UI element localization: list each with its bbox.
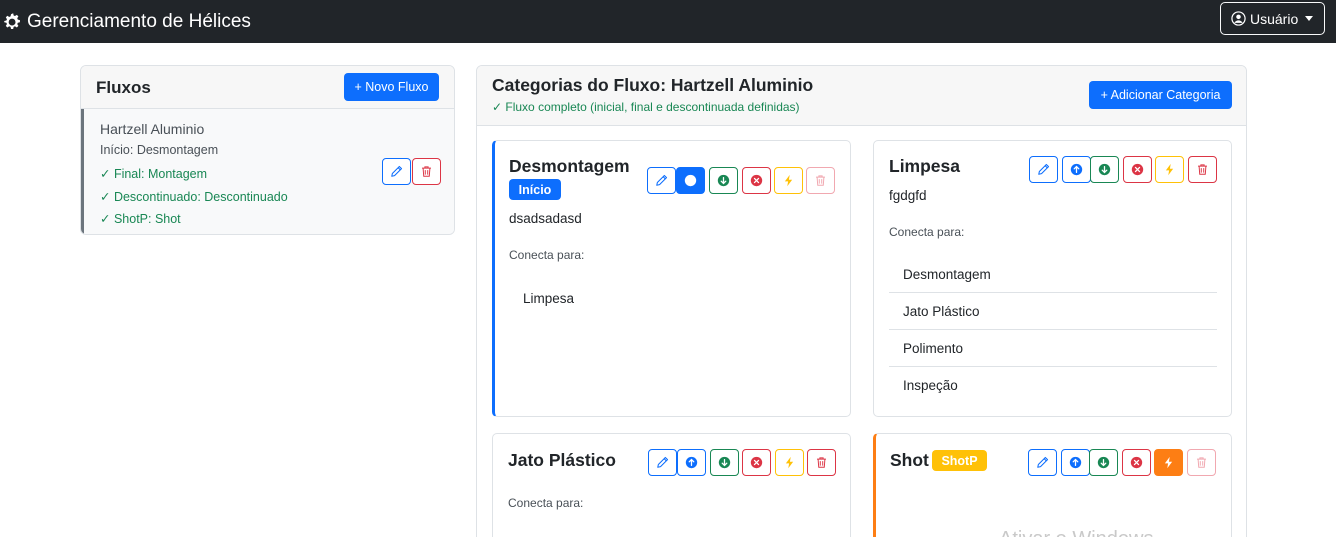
app-title: Gerenciamento de Hélices xyxy=(27,10,251,32)
category-card-shot: Shot ShotP xyxy=(873,433,1232,537)
connection-item: Jato Plástico xyxy=(903,304,980,319)
set-shotp-button[interactable] xyxy=(1155,156,1184,183)
category-description: dsadsadasd xyxy=(509,211,582,226)
connects-label: Conecta para: xyxy=(509,248,585,262)
x-circle-icon xyxy=(750,456,763,469)
arrow-down-circle-icon xyxy=(718,456,731,469)
flow-shotp: ✓ ShotP: Shot xyxy=(100,212,181,226)
trash-icon xyxy=(420,165,433,178)
pencil-icon xyxy=(390,165,403,178)
category-title: Jato Plástico xyxy=(508,450,616,470)
user-circle-icon xyxy=(1231,11,1246,26)
set-shotp-button[interactable] xyxy=(774,167,803,194)
flow-status: ✓ Fluxo completo (inicial, final e desco… xyxy=(492,100,800,114)
lightning-icon xyxy=(1163,163,1176,176)
set-final-button[interactable] xyxy=(709,167,738,194)
category-card-jato-plastico: Jato Plástico Conecta para: xyxy=(492,433,851,537)
navbar: Gerenciamento de Hélices Usuário xyxy=(0,0,1336,43)
fluxos-title: Fluxos xyxy=(96,78,151,97)
set-discontinued-button[interactable] xyxy=(742,449,771,476)
category-card-limpesa: Limpesa fgdgfd Conecta para: Desmontagem… xyxy=(873,140,1232,417)
categorias-panel: Categorias do Fluxo: Hartzell Aluminio ✓… xyxy=(476,65,1247,537)
connection-divider xyxy=(889,366,1217,367)
set-initial-button[interactable] xyxy=(676,167,705,194)
trash-icon xyxy=(1196,163,1209,176)
connection-divider xyxy=(889,329,1217,330)
edit-flow-button[interactable] xyxy=(382,158,411,185)
user-menu-button[interactable]: Usuário xyxy=(1220,2,1325,35)
lightning-icon xyxy=(1162,456,1175,469)
set-shotp-button[interactable] xyxy=(1154,449,1183,476)
flow-descontinuado: ✓ Descontinuado: Descontinuado xyxy=(100,190,288,204)
pencil-icon xyxy=(1036,456,1049,469)
arrow-up-circle-icon xyxy=(1070,163,1083,176)
connects-label: Conecta para: xyxy=(508,496,584,510)
brand[interactable]: Gerenciamento de Hélices xyxy=(2,11,251,33)
edit-category-button[interactable] xyxy=(1029,156,1058,183)
shotp-badge: ShotP xyxy=(932,450,987,471)
lightning-icon xyxy=(783,456,796,469)
delete-category-button[interactable] xyxy=(807,449,836,476)
flow-name: Hartzell Aluminio xyxy=(100,121,205,137)
add-category-button[interactable]: + Adicionar Categoria xyxy=(1089,81,1232,109)
inicio-badge: Início xyxy=(509,179,561,200)
new-flow-button[interactable]: + Novo Fluxo xyxy=(344,73,439,101)
edit-category-button[interactable] xyxy=(648,449,677,476)
delete-category-button[interactable] xyxy=(1188,156,1217,183)
flow-item[interactable]: Hartzell Aluminio Início: Desmontagem ✓ … xyxy=(81,109,454,234)
pencil-icon xyxy=(1037,163,1050,176)
categorias-title: Categorias do Fluxo: Hartzell Aluminio xyxy=(492,75,814,95)
arrow-up-circle-icon xyxy=(685,456,698,469)
set-shotp-button[interactable] xyxy=(775,449,804,476)
set-final-button[interactable] xyxy=(1089,449,1118,476)
delete-category-button[interactable] xyxy=(1187,449,1216,476)
pencil-icon xyxy=(656,456,669,469)
flow-inicio: Início: Desmontagem xyxy=(100,143,219,157)
gear-icon xyxy=(4,13,20,29)
set-discontinued-button[interactable] xyxy=(742,167,771,194)
x-circle-icon xyxy=(750,174,763,187)
set-initial-button[interactable] xyxy=(1062,156,1091,183)
caret-down-icon xyxy=(1305,16,1314,21)
connection-divider xyxy=(889,292,1217,293)
pencil-icon xyxy=(655,174,668,187)
lightning-icon xyxy=(782,174,795,187)
set-final-button[interactable] xyxy=(1090,156,1119,183)
category-title: Desmontagem xyxy=(509,156,630,176)
trash-icon xyxy=(815,456,828,469)
arrow-up-circle-icon xyxy=(1069,456,1082,469)
connects-label: Conecta para: xyxy=(889,225,965,239)
connection-item: Inspeção xyxy=(903,378,958,393)
set-final-button[interactable] xyxy=(710,449,739,476)
arrow-down-circle-icon xyxy=(1097,456,1110,469)
category-title: Shot xyxy=(890,450,929,470)
edit-category-button[interactable] xyxy=(647,167,676,194)
set-initial-button[interactable] xyxy=(677,449,706,476)
connection-item: Desmontagem xyxy=(903,267,991,282)
windows-activation-watermark: Ativar o Windows xyxy=(999,528,1154,537)
x-circle-icon xyxy=(1131,163,1144,176)
categorias-header: Categorias do Fluxo: Hartzell Aluminio ✓… xyxy=(477,66,1246,126)
category-card-desmontagem: Desmontagem Início dsadsadasd Conecta pa… xyxy=(492,140,851,417)
set-initial-button[interactable] xyxy=(1061,449,1090,476)
fluxos-header: Fluxos + Novo Fluxo xyxy=(81,66,454,109)
arrow-up-circle-icon xyxy=(684,174,697,187)
user-menu-label: Usuário xyxy=(1250,10,1299,27)
delete-category-button[interactable] xyxy=(806,167,835,194)
set-discontinued-button[interactable] xyxy=(1122,449,1151,476)
x-circle-icon xyxy=(1130,456,1143,469)
arrow-down-circle-icon xyxy=(717,174,730,187)
category-title: Limpesa xyxy=(889,156,960,176)
connection-item: Polimento xyxy=(903,341,964,356)
edit-category-button[interactable] xyxy=(1028,449,1057,476)
trash-icon xyxy=(1195,456,1208,469)
arrow-down-circle-icon xyxy=(1098,163,1111,176)
fluxos-panel: Fluxos + Novo Fluxo Hartzell Aluminio In… xyxy=(80,65,455,235)
delete-flow-button[interactable] xyxy=(412,158,441,185)
connection-item: Limpesa xyxy=(523,291,575,306)
category-description: fgdgfd xyxy=(889,188,927,203)
flow-final: ✓ Final: Montagem xyxy=(100,167,208,181)
trash-icon xyxy=(814,174,827,187)
set-discontinued-button[interactable] xyxy=(1123,156,1152,183)
